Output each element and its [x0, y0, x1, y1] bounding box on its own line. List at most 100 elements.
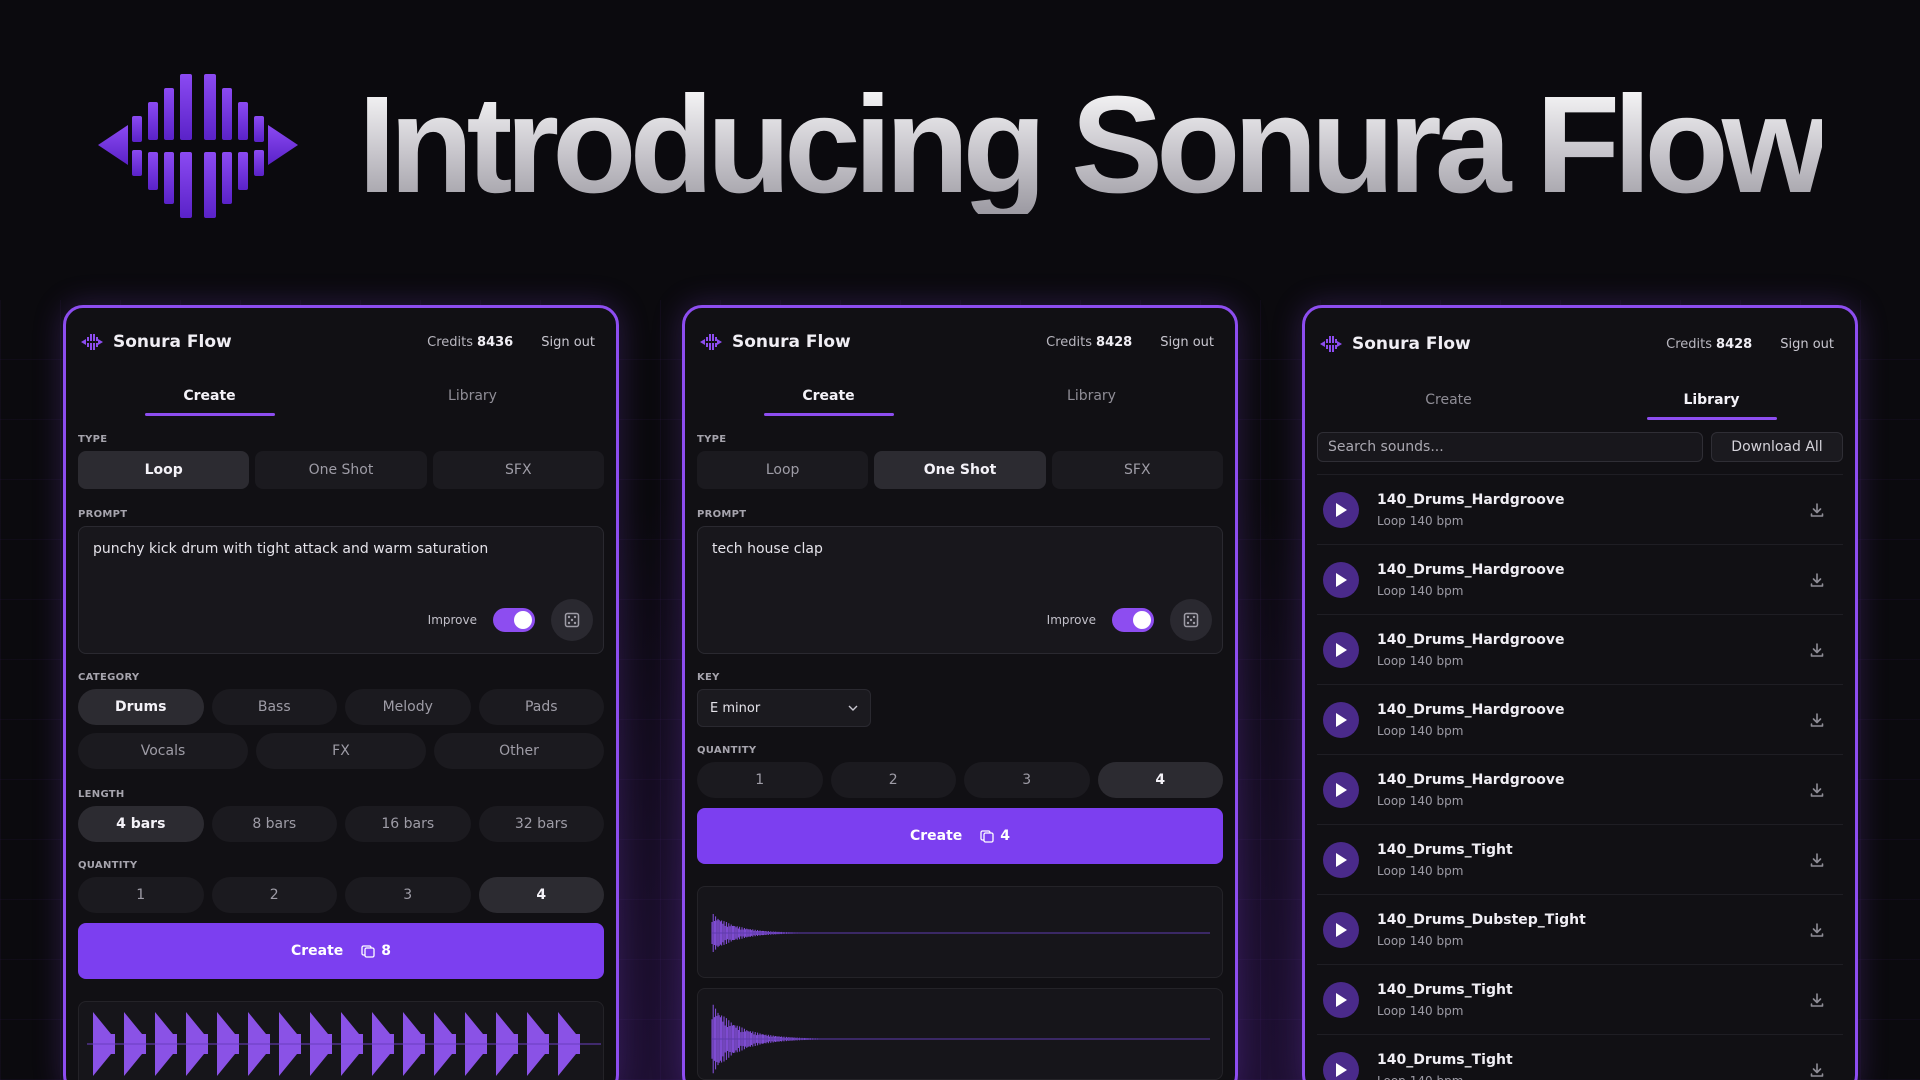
- category-drums[interactable]: Drums: [78, 689, 204, 725]
- quantity-3[interactable]: 3: [345, 877, 471, 913]
- quantity-1[interactable]: 1: [78, 877, 204, 913]
- tab-bar: Create Library: [78, 376, 604, 416]
- improve-toggle[interactable]: [1112, 608, 1154, 632]
- tab-library[interactable]: Library: [960, 376, 1223, 416]
- length-4-bars[interactable]: 4 bars: [78, 806, 204, 842]
- list-item[interactable]: 140_Drums_Dubstep_Tight Loop 140 bpm: [1317, 894, 1843, 964]
- key-select[interactable]: E minor: [697, 689, 871, 727]
- list-item[interactable]: 140_Drums_Hardgroove Loop 140 bpm: [1317, 754, 1843, 824]
- download-button[interactable]: [1805, 638, 1829, 662]
- category-vocals[interactable]: Vocals: [78, 733, 248, 769]
- search-input[interactable]: [1317, 432, 1703, 462]
- create-button[interactable]: Create 4: [697, 808, 1223, 864]
- prompt-input[interactable]: punchy kick drum with tight attack and w…: [78, 526, 604, 654]
- randomize-button[interactable]: [1170, 599, 1212, 641]
- length-16-bars[interactable]: 16 bars: [345, 806, 471, 842]
- sound-type: Loop: [1377, 513, 1406, 528]
- sign-out-button[interactable]: Sign out: [1160, 335, 1214, 350]
- tab-create[interactable]: Create: [1317, 380, 1580, 420]
- type-one-shot-button[interactable]: One Shot: [874, 451, 1046, 489]
- waveform-oneshot-icon: [711, 1004, 1210, 1074]
- list-item[interactable]: 140_Drums_Hardgroove Loop 140 bpm: [1317, 474, 1843, 544]
- type-selector: Loop One Shot SFX: [697, 451, 1223, 489]
- credits-display: Credits 8428: [1666, 337, 1752, 352]
- category-melody[interactable]: Melody: [345, 689, 471, 725]
- play-button[interactable]: [1323, 911, 1359, 948]
- download-icon: [1810, 782, 1824, 797]
- waveform-oneshot-icon: [711, 914, 1210, 952]
- sound-type: Loop: [1377, 1003, 1406, 1018]
- quantity-1[interactable]: 1: [697, 762, 823, 798]
- play-button[interactable]: [1323, 491, 1359, 528]
- quantity-4[interactable]: 4: [1097, 762, 1223, 798]
- quantity-3[interactable]: 3: [964, 762, 1090, 798]
- list-item[interactable]: 140_Drums_TightLoop140 bpm: [1317, 1034, 1843, 1080]
- length-32-bars[interactable]: 32 bars: [478, 806, 604, 842]
- create-button[interactable]: Create 8: [78, 923, 604, 979]
- list-item[interactable]: 140_Drums_TightLoop140 bpm: [1317, 824, 1843, 894]
- waveform-result-1[interactable]: [697, 886, 1223, 978]
- download-button[interactable]: [1805, 988, 1829, 1012]
- play-button[interactable]: [1323, 631, 1359, 668]
- list-item[interactable]: 140_Drums_TightLoop140 bpm: [1317, 964, 1843, 1034]
- sign-out-button[interactable]: Sign out: [541, 335, 595, 350]
- list-item[interactable]: 140_Drums_Hardgroove Loop 140 bpm: [1317, 614, 1843, 684]
- play-button[interactable]: [1323, 1051, 1359, 1080]
- download-all-button[interactable]: Download All: [1711, 432, 1843, 462]
- download-button[interactable]: [1805, 778, 1829, 802]
- category-other[interactable]: Other: [434, 733, 604, 769]
- quantity-4[interactable]: 4: [478, 877, 604, 913]
- tab-create[interactable]: Create: [697, 376, 960, 416]
- type-sfx-button[interactable]: SFX: [1051, 451, 1223, 489]
- sound-info: 140_Drums_Tight Loop140 bpm: [1377, 982, 1805, 1018]
- sign-out-button[interactable]: Sign out: [1780, 337, 1834, 352]
- sonura-logo-icon: [97, 74, 298, 218]
- category-pads[interactable]: Pads: [478, 689, 604, 725]
- prompt-input[interactable]: tech house clap Improve: [697, 526, 1223, 654]
- list-item[interactable]: 140_Drums_Hardgroove Loop 140 bpm: [1317, 544, 1843, 614]
- randomize-button[interactable]: [551, 599, 593, 641]
- download-button[interactable]: [1805, 848, 1829, 872]
- category-fx[interactable]: FX: [256, 733, 426, 769]
- waveform-preview[interactable]: [78, 1001, 604, 1080]
- improve-toggle[interactable]: [493, 608, 535, 632]
- type-selector: Loop One Shot SFX: [78, 451, 604, 489]
- download-button[interactable]: [1805, 708, 1829, 732]
- tab-library[interactable]: Library: [341, 376, 604, 416]
- type-sfx-button[interactable]: SFX: [432, 451, 604, 489]
- type-one-shot-button[interactable]: One Shot: [255, 451, 427, 489]
- sonura-logo-icon: [81, 334, 103, 350]
- list-item[interactable]: 140_Drums_Hardgroove Loop 140 bpm: [1317, 684, 1843, 754]
- waveform-result-2[interactable]: [697, 988, 1223, 1080]
- quantity-2[interactable]: 2: [830, 762, 956, 798]
- quantity-selector: 1 2 3 4: [697, 762, 1223, 798]
- credits-value: 8428: [1716, 336, 1753, 352]
- type-label: TYPE: [697, 434, 727, 445]
- quantity-label: QUANTITY: [78, 860, 138, 871]
- credits-stack-icon: [361, 945, 375, 958]
- panel-library: Sonura Flow Credits 8428 Sign out Create …: [1302, 305, 1858, 1080]
- download-button[interactable]: [1805, 498, 1829, 522]
- length-8-bars[interactable]: 8 bars: [211, 806, 337, 842]
- quantity-2[interactable]: 2: [211, 877, 337, 913]
- play-icon: [1336, 642, 1347, 657]
- download-button[interactable]: [1805, 918, 1829, 942]
- play-button[interactable]: [1323, 981, 1359, 1018]
- download-button[interactable]: [1805, 568, 1829, 592]
- sound-type: Loop: [1377, 933, 1406, 948]
- download-icon: [1810, 502, 1824, 517]
- play-button[interactable]: [1323, 561, 1359, 598]
- tab-create[interactable]: Create: [78, 376, 341, 416]
- tab-library[interactable]: Library: [1580, 380, 1843, 420]
- type-loop-button[interactable]: Loop: [697, 451, 869, 489]
- category-bass[interactable]: Bass: [211, 689, 337, 725]
- waveform-loop-icon: [87, 1012, 601, 1076]
- sound-meta: Loop 140 bpm: [1377, 1074, 1805, 1080]
- download-button[interactable]: [1805, 1058, 1829, 1080]
- credits-value: 8428: [1096, 334, 1133, 350]
- play-button[interactable]: [1323, 841, 1359, 878]
- play-button[interactable]: [1323, 771, 1359, 808]
- prompt-controls: Improve: [428, 599, 593, 641]
- type-loop-button[interactable]: Loop: [78, 451, 250, 489]
- play-button[interactable]: [1323, 701, 1359, 738]
